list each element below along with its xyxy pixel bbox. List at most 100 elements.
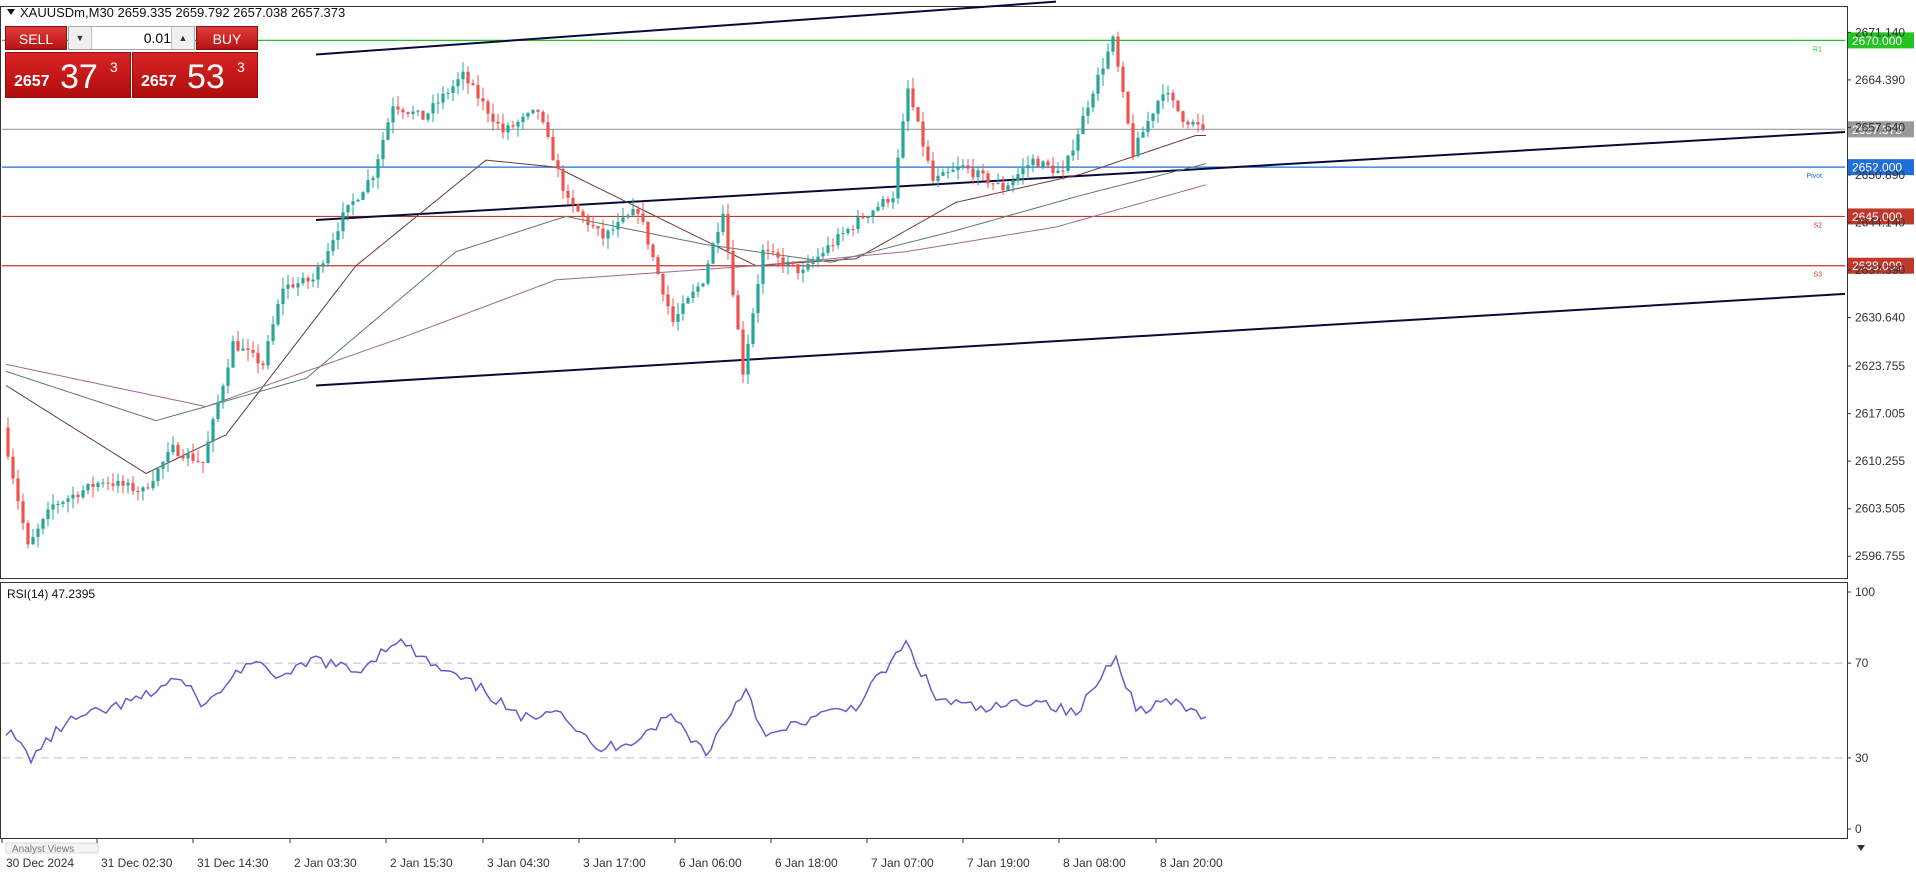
x-tick-label: 2 Jan 03:30 [294, 856, 357, 870]
candle-body [211, 419, 215, 442]
lot-size-input[interactable] [93, 28, 173, 48]
symbol-info: XAUUSDm,M30 2659.335 2659.792 2657.038 2… [20, 5, 345, 20]
candle-body [786, 261, 790, 266]
candle-body [186, 453, 190, 459]
candle-body [911, 88, 915, 108]
candle-body [156, 468, 160, 482]
candle-body [196, 460, 200, 462]
candle-body [1126, 91, 1130, 124]
level-marker: Pivot [1806, 173, 1822, 180]
candle-body [651, 244, 655, 258]
candle-body [1196, 122, 1200, 125]
candle-body [216, 402, 220, 420]
y-tick-label: 2630.640 [1855, 311, 1905, 325]
x-tick-label: 6 Jan 18:00 [775, 856, 838, 870]
candle-body [601, 228, 605, 239]
x-tick-label: 3 Jan 17:00 [583, 856, 646, 870]
x-tick-label: 3 Jan 04:30 [487, 856, 550, 870]
candle-body [851, 228, 855, 230]
buy-button[interactable]: BUY [196, 26, 258, 50]
candle-body [1096, 74, 1100, 94]
candle-body [921, 121, 925, 147]
one-click-trading-panel: SELL ▼ ▲ BUY 2657 37 3 2657 53 3 [5, 26, 258, 98]
candle-body [791, 261, 795, 265]
candle-body [1186, 121, 1190, 125]
candle-body [891, 198, 895, 203]
analyst-views-label[interactable]: Analyst Views [12, 844, 74, 855]
y-tick-label: 2637.390 [1855, 263, 1905, 277]
candle-body [171, 444, 175, 453]
y-tick-label: 2596.755 [1855, 549, 1905, 563]
candle-body [251, 349, 255, 353]
sell-price-button[interactable]: 2657 37 3 [5, 52, 131, 98]
candle-body [521, 116, 525, 123]
sell-button[interactable]: SELL [5, 26, 67, 50]
candle-body [941, 172, 945, 176]
lot-decrease-icon[interactable]: ▼ [69, 27, 92, 49]
candle-body [536, 109, 540, 112]
candle-body [436, 102, 440, 104]
candle-body [696, 286, 700, 292]
candle-body [256, 352, 260, 364]
candle-body [91, 483, 95, 487]
candle-body [386, 122, 390, 140]
rsi-y-tick-label: 100 [1855, 585, 1875, 599]
candle-body [676, 313, 680, 322]
candle-body [1066, 155, 1070, 171]
candle-body [1011, 180, 1015, 186]
trading-chart[interactable]: R1 2670.000 2657.373 Pivot 2652.000 S2 2645.00… [0, 0, 1916, 874]
candle-body [751, 313, 755, 344]
candle-body [16, 478, 20, 502]
candle-body [451, 86, 455, 93]
y-tick-label: 2650.890 [1855, 168, 1905, 182]
candle-body [846, 228, 850, 234]
level-marker: S3 [1813, 272, 1822, 279]
candle-body [811, 261, 815, 264]
buy-price-button[interactable]: 2657 53 3 [132, 52, 258, 98]
x-tick-label: 31 Dec 14:30 [197, 856, 269, 870]
candle-body [456, 79, 460, 87]
candle-body [541, 111, 545, 123]
y-tick-label: 2623.755 [1855, 359, 1905, 373]
candle-body [1201, 124, 1205, 130]
x-tick-label: 8 Jan 20:00 [1160, 856, 1223, 870]
candle-body [391, 106, 395, 123]
candle-body [351, 201, 355, 205]
candle-body [896, 157, 900, 199]
candle-body [286, 284, 290, 289]
candle-body [961, 165, 965, 168]
candle-body [626, 215, 630, 218]
candle-body [51, 504, 55, 510]
candle-body [46, 509, 50, 520]
candle-body [996, 182, 1000, 184]
rsi-y-tick-label: 0 [1855, 822, 1862, 836]
rsi-label: RSI(14) 47.2395 [7, 587, 95, 601]
candle-body [576, 204, 580, 212]
candle-body [481, 98, 485, 102]
candle-body [321, 263, 325, 267]
candle-body [1146, 120, 1150, 133]
candle-body [561, 168, 565, 191]
candle-body [411, 111, 415, 115]
candle-body [1166, 92, 1170, 95]
candle-body [371, 177, 375, 181]
x-tick-label: 7 Jan 19:00 [967, 856, 1030, 870]
candle-body [1101, 68, 1105, 75]
candle-body [336, 231, 340, 241]
lot-increase-icon[interactable]: ▲ [171, 27, 194, 49]
sell-price-pips: 37 [60, 58, 98, 96]
candle-body [266, 341, 270, 366]
candle-body [41, 519, 45, 529]
candle-body [1091, 93, 1095, 108]
candle-body [126, 482, 130, 486]
chart-canvas[interactable]: R12670.0002657.373Pivot2652.000S22645.00… [0, 0, 1916, 874]
candle-body [631, 209, 635, 216]
candle-body [886, 199, 890, 203]
candle-body [396, 106, 400, 110]
candle-body [706, 263, 710, 284]
candle-body [756, 284, 760, 314]
candle-body [86, 483, 90, 491]
candle-body [1026, 165, 1030, 169]
candle-body [296, 283, 300, 288]
candle-body [311, 279, 315, 282]
